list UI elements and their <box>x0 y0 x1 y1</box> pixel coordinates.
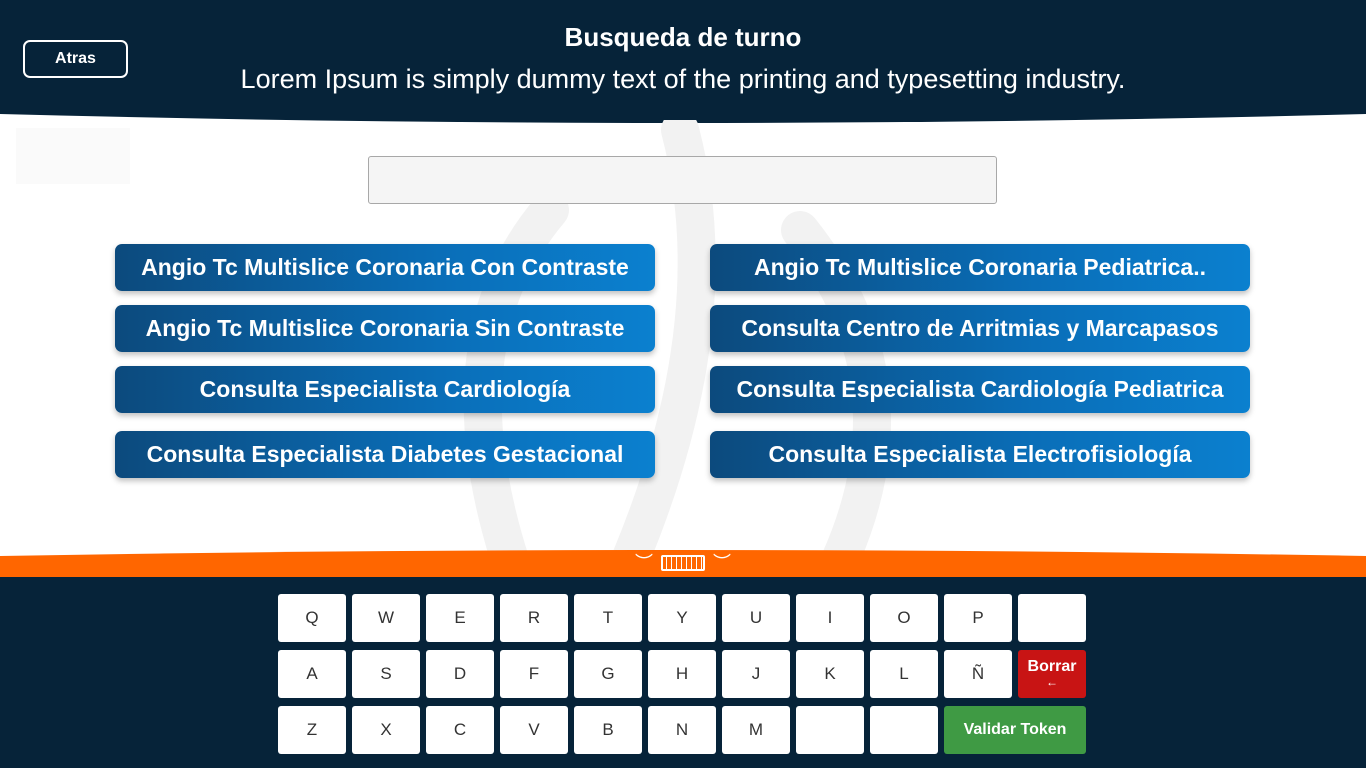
key-k[interactable]: K <box>796 650 864 698</box>
keyboard-toggle[interactable]: ︶ ︶ <box>626 552 740 574</box>
key-z[interactable]: Z <box>278 706 346 754</box>
key-m[interactable]: M <box>722 706 790 754</box>
key-n-tilde[interactable]: Ñ <box>944 650 1012 698</box>
key-l[interactable]: L <box>870 650 938 698</box>
validate-token-button[interactable]: Validar Token <box>944 706 1086 754</box>
key-x[interactable]: X <box>352 706 420 754</box>
chevron-down-icon: ︶ <box>713 553 731 573</box>
key-s[interactable]: S <box>352 650 420 698</box>
key-w[interactable]: W <box>352 594 420 642</box>
option-cardiologia[interactable]: Consulta Especialista Cardiología <box>115 366 655 413</box>
option-arritmias-marcapasos[interactable]: Consulta Centro de Arritmias y Marcapaso… <box>710 305 1250 352</box>
key-h[interactable]: H <box>648 650 716 698</box>
placeholder-box <box>16 128 130 184</box>
keyboard-icon <box>661 555 705 571</box>
chevron-down-icon: ︶ <box>635 553 653 573</box>
key-b[interactable]: B <box>574 706 642 754</box>
option-angio-pediatrica[interactable]: Angio Tc Multislice Coronaria Pediatrica… <box>710 244 1250 291</box>
option-diabetes-gestacional[interactable]: Consulta Especialista Diabetes Gestacion… <box>115 431 655 478</box>
key-p[interactable]: P <box>944 594 1012 642</box>
key-e[interactable]: E <box>426 594 494 642</box>
key-blank[interactable] <box>870 706 938 754</box>
key-blank[interactable] <box>1018 594 1086 642</box>
delete-button[interactable]: Borrar ← <box>1018 650 1086 698</box>
key-v[interactable]: V <box>500 706 568 754</box>
option-angio-con-contraste[interactable]: Angio Tc Multislice Coronaria Con Contra… <box>115 244 655 291</box>
key-a[interactable]: A <box>278 650 346 698</box>
key-q[interactable]: Q <box>278 594 346 642</box>
key-y[interactable]: Y <box>648 594 716 642</box>
key-g[interactable]: G <box>574 650 642 698</box>
delete-label: Borrar <box>1027 658 1077 676</box>
page-subtitle: Lorem Ipsum is simply dummy text of the … <box>240 64 1126 94</box>
header-background <box>0 0 1366 123</box>
page-title: Busqueda de turno <box>564 22 802 52</box>
key-i[interactable]: I <box>796 594 864 642</box>
key-o[interactable]: O <box>870 594 938 642</box>
option-angio-sin-contraste[interactable]: Angio Tc Multislice Coronaria Sin Contra… <box>115 305 655 352</box>
key-f[interactable]: F <box>500 650 568 698</box>
key-u[interactable]: U <box>722 594 790 642</box>
key-j[interactable]: J <box>722 650 790 698</box>
search-input[interactable] <box>368 156 997 204</box>
key-d[interactable]: D <box>426 650 494 698</box>
option-electrofisiologia[interactable]: Consulta Especialista Electrofisiología <box>710 431 1250 478</box>
key-t[interactable]: T <box>574 594 642 642</box>
backspace-arrow-icon: ← <box>1046 675 1058 690</box>
key-n[interactable]: N <box>648 706 716 754</box>
key-r[interactable]: R <box>500 594 568 642</box>
option-cardiologia-pediatrica[interactable]: Consulta Especialista Cardiología Pediat… <box>710 366 1250 413</box>
key-blank[interactable] <box>796 706 864 754</box>
key-c[interactable]: C <box>426 706 494 754</box>
